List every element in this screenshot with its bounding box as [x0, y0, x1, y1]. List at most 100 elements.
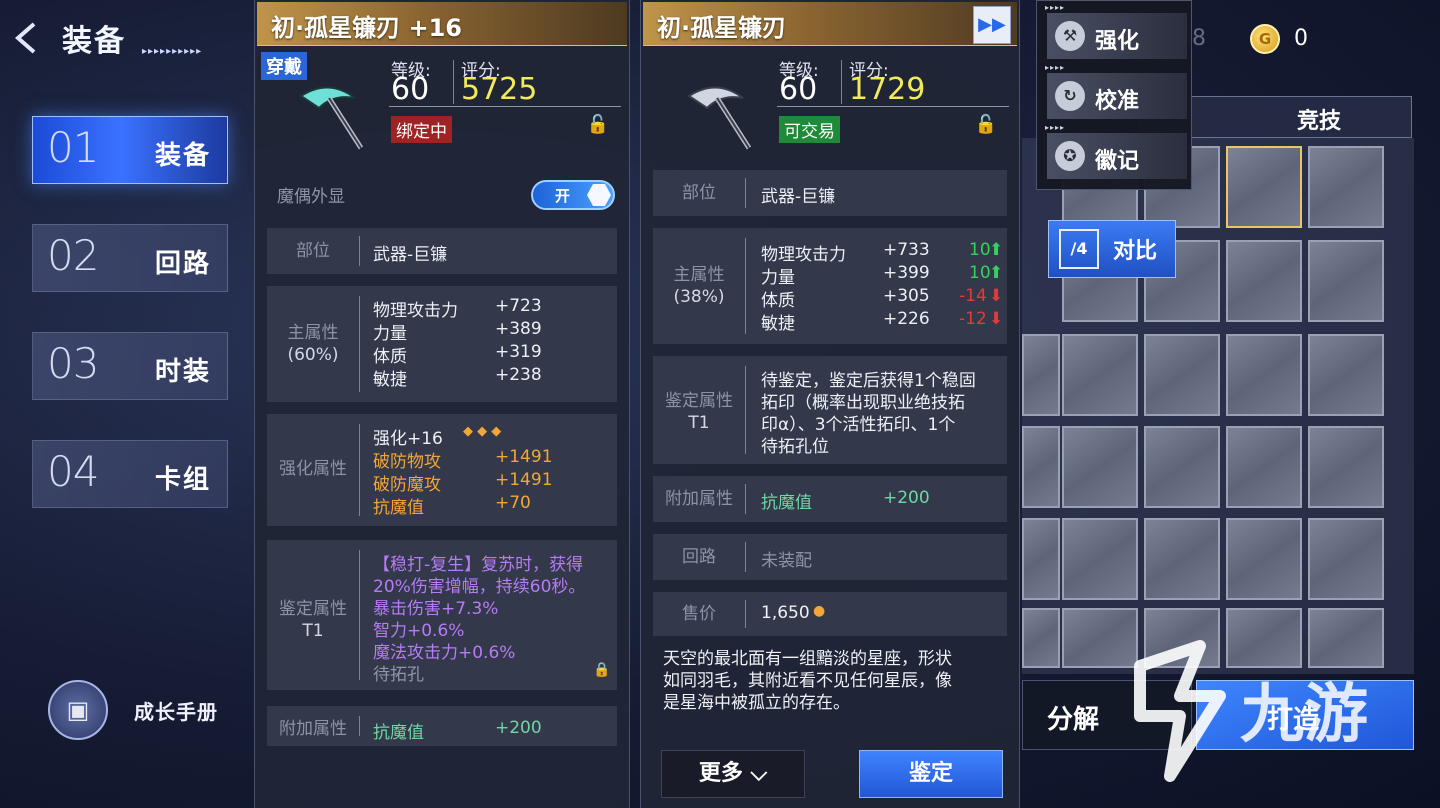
inventory-slot[interactable] — [1062, 518, 1138, 600]
title-decoration: ▸▸▸▸▸▸▸▸▸▸ — [142, 46, 203, 57]
slot-value: 武器-巨镰 — [373, 245, 448, 265]
menu-item-calibrate[interactable]: ↻ 校准 — [1047, 73, 1187, 119]
divider — [745, 542, 746, 572]
slot-label: 部位 — [682, 183, 716, 203]
divider — [745, 178, 746, 208]
inventory-slot[interactable] — [1308, 334, 1384, 416]
divider — [359, 550, 360, 680]
stat-value: +200 — [883, 488, 930, 508]
main-attr-section: 主属性 (38%) 物理攻击力 +733 10 ⬆ 力量 +399 10 ⬆ 体… — [653, 228, 1007, 344]
menu-label: 校准 — [1095, 89, 1140, 114]
identify-button[interactable]: 鉴定 — [859, 750, 1003, 798]
inventory-slot[interactable] — [1226, 146, 1302, 228]
action-popup-menu: ▸▸▸▸ ⚒ 强化 ▸▸▸▸ ↻ 校准 ▸▸▸▸ ✪ 徽记 — [1036, 0, 1192, 190]
stat-value: +1491 — [495, 447, 553, 467]
nav-label: 装备 — [154, 141, 211, 171]
more-label: 更多 — [698, 761, 743, 786]
nav-number: 03 — [47, 339, 99, 388]
stat-value: +733 — [883, 240, 930, 260]
level-value: 60 — [391, 72, 430, 107]
appraise-attr-section: 鉴定属性 T1 【稳打-复生】复苏时，获得 20%伤害增幅，持续60秒。 暴击伤… — [267, 540, 617, 690]
back-arrow-icon — [14, 22, 36, 54]
stat-name: 体质 — [373, 347, 407, 367]
inventory-slot[interactable] — [1226, 426, 1302, 508]
inventory-slot[interactable] — [1062, 426, 1138, 508]
inventory-slot[interactable] — [1022, 426, 1060, 508]
stat-name: 敏捷 — [761, 314, 795, 334]
inventory-slot[interactable] — [1308, 426, 1384, 508]
enhance-attr-label: 强化属性 — [279, 459, 347, 479]
item-header: 初·孤星镰刃 +16 — [257, 2, 627, 46]
divider — [359, 296, 360, 392]
inventory-slot[interactable] — [1226, 240, 1302, 322]
arrow-down-icon: ⬇ — [989, 286, 1004, 306]
stat-value: +319 — [495, 342, 542, 362]
puppet-display-label: 魔偶外显 — [277, 187, 345, 207]
more-button[interactable]: 更多 ⌵ — [661, 750, 805, 798]
bind-status-badge: 绑定中 — [391, 116, 452, 143]
price-value: 1,650 — [761, 603, 810, 623]
arrows-decoration: ▸▸▸▸ — [1045, 63, 1066, 72]
inventory-slot[interactable] — [1308, 240, 1384, 322]
divider — [745, 366, 746, 454]
back-button[interactable] — [8, 18, 48, 58]
circuit-section: 回路 未装配 — [653, 534, 1007, 580]
main-attr-section: 主属性 (60%) 物理攻击力 +723 力量 +389 体质 +319 敏捷 … — [267, 286, 617, 402]
inventory-slot[interactable] — [1144, 334, 1220, 416]
stat-value: +723 — [495, 296, 542, 316]
inventory-slot[interactable] — [1226, 334, 1302, 416]
inventory-slot[interactable] — [1022, 518, 1060, 600]
inventory-slot[interactable] — [1308, 146, 1384, 228]
enhance-attr-section: 强化属性 强化+16 ◆ ◆ ◆ 破防物攻 +1491 破防魔攻 +1491 抗… — [267, 414, 617, 526]
divider — [841, 60, 842, 104]
compare-icon: ∕4 — [1059, 229, 1099, 269]
nav-number: 01 — [47, 123, 99, 172]
compare-button[interactable]: ∕4 对比 — [1048, 220, 1176, 278]
appraise-tier: T1 — [302, 621, 324, 641]
inventory-slot[interactable] — [1144, 518, 1220, 600]
menu-item-emblem[interactable]: ✪ 徽记 — [1047, 133, 1187, 179]
description-line: 天空的最北面有一组黯淡的星座，形状 — [663, 649, 952, 669]
main-attr-label: 主属性 — [287, 323, 339, 343]
stat-value: +238 — [495, 365, 542, 385]
puppet-display-toggle[interactable]: 开 — [531, 180, 615, 210]
appraise-attr-label: 鉴定属性 — [665, 391, 733, 411]
unlock-icon[interactable]: 🔓 — [585, 114, 611, 140]
anvil-icon: ⚒ — [1055, 21, 1085, 51]
menu-item-enhance[interactable]: ⚒ 强化 — [1047, 13, 1187, 59]
inventory-grid — [1022, 138, 1414, 674]
emblem-icon: ✪ — [1055, 141, 1085, 171]
inventory-slot[interactable] — [1308, 518, 1384, 600]
book-icon: ▣ — [48, 680, 108, 740]
stat-name: 敏捷 — [373, 370, 407, 390]
stat-value: +70 — [495, 493, 531, 513]
growth-manual-button[interactable]: ▣ 成长手册 — [48, 680, 248, 740]
inventory-slot[interactable] — [1022, 334, 1060, 416]
watermark-text: 九游 — [1240, 678, 1368, 750]
divider — [359, 716, 360, 736]
inventory-slot[interactable] — [1022, 608, 1060, 668]
currency-value: 0 — [1294, 26, 1308, 51]
fast-forward-button[interactable]: ▶▶ — [973, 6, 1011, 44]
nav-item-fashion[interactable]: 03 时装 — [32, 332, 228, 400]
inventory-slot[interactable] — [1226, 518, 1302, 600]
stat-name: 抗魔值 — [761, 493, 812, 513]
arrows-decoration: ▸▸▸▸ — [1045, 3, 1066, 12]
chevron-down-icon: ⌵ — [750, 761, 768, 786]
stat-value: +305 — [883, 286, 930, 306]
arrow-down-icon: ⬇ — [989, 309, 1004, 329]
stat-name: 体质 — [761, 291, 795, 311]
nav-item-equipment[interactable]: 01 装备 — [32, 116, 228, 184]
unlock-icon[interactable]: 🔓 — [973, 114, 999, 140]
stat-value: +399 — [883, 263, 930, 283]
stat-value: +200 — [495, 718, 542, 738]
nav-label: 卡组 — [154, 465, 211, 495]
nav-item-circuit[interactable]: 02 回路 — [32, 224, 228, 292]
inventory-slot[interactable] — [1144, 426, 1220, 508]
stat-diff: -14 — [959, 286, 987, 306]
item-name: 初·孤星镰刃 — [657, 14, 787, 42]
nav-item-deck[interactable]: 04 卡组 — [32, 440, 228, 508]
tab-arena[interactable]: 竞技 — [1297, 103, 1341, 135]
slot-section: 部位 武器-巨镰 — [653, 170, 1007, 216]
inventory-slot[interactable] — [1062, 334, 1138, 416]
